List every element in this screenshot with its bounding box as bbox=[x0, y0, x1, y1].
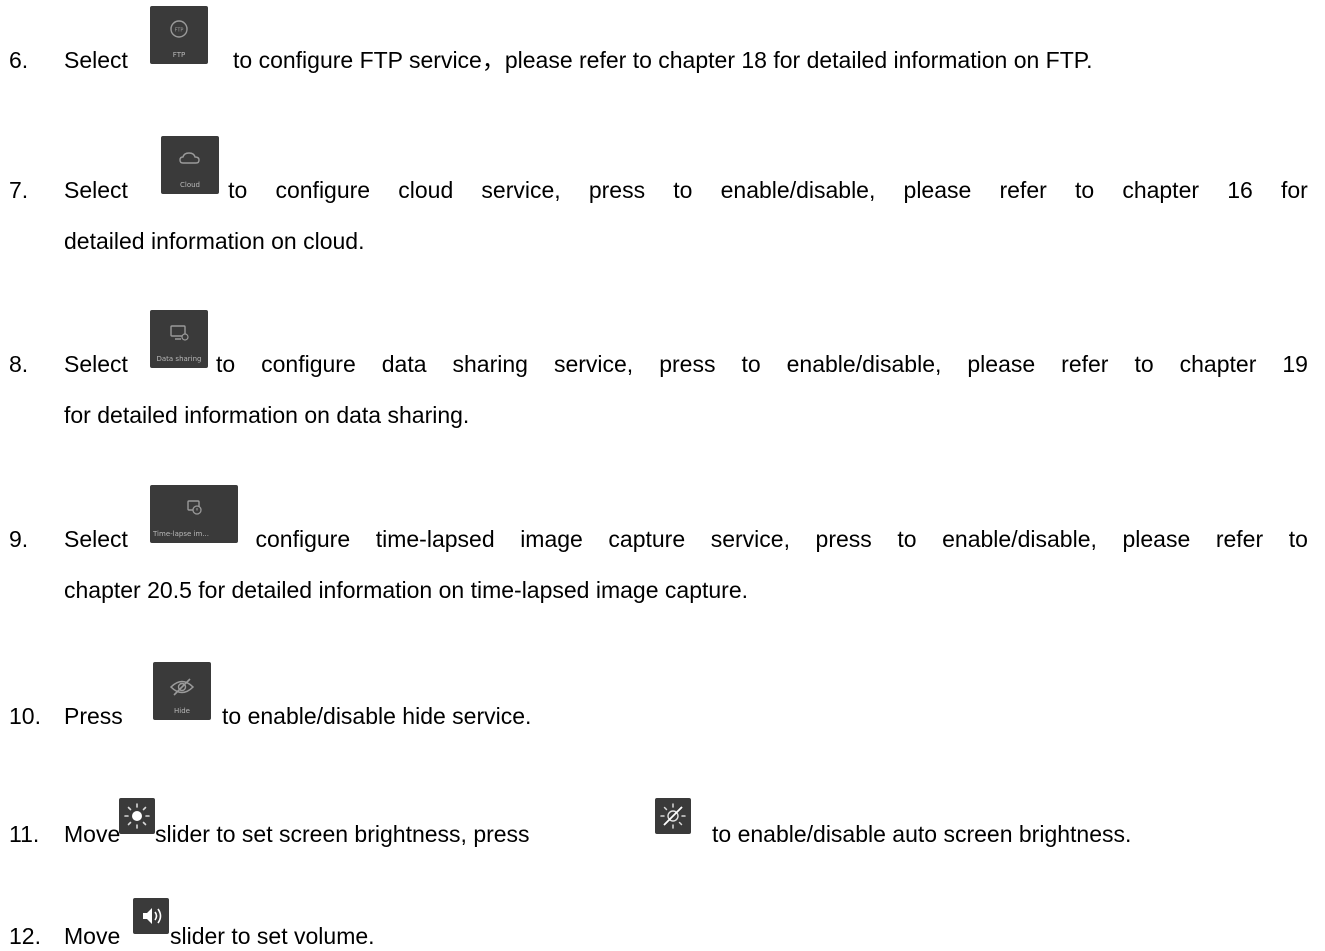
item-text: Move bbox=[64, 923, 121, 949]
item-number: 11. bbox=[9, 821, 40, 847]
item-text: Press bbox=[64, 703, 123, 729]
item-line-1: Select to configure data sharing service… bbox=[64, 351, 1308, 377]
auto-brightness-icon bbox=[655, 798, 691, 834]
svg-text:FTP: FTP bbox=[175, 28, 184, 34]
item-line-1: Select to configure cloud service, press… bbox=[64, 177, 1308, 203]
item-number: 10. bbox=[9, 703, 41, 729]
item-number: 12. bbox=[9, 923, 41, 949]
item-text: to enable/disable hide service. bbox=[222, 703, 532, 729]
item-text: to configure FTP service，please refer to… bbox=[233, 47, 1093, 73]
volume-icon bbox=[133, 898, 169, 934]
item-text: to enable/disable auto screen brightness… bbox=[712, 821, 1132, 847]
hide-icon: Hide bbox=[153, 662, 211, 720]
item-text: Select bbox=[64, 47, 128, 73]
ftp-icon: FTP FTP bbox=[150, 6, 208, 64]
item-number: 9. bbox=[9, 526, 29, 552]
item-number: 6. bbox=[9, 47, 29, 73]
item-text: for detailed information on data sharing… bbox=[64, 402, 470, 428]
item-number: 8. bbox=[9, 351, 29, 377]
item-line-1: Select configure time-lapsed image captu… bbox=[64, 526, 1308, 552]
item-number: 7. bbox=[9, 177, 29, 203]
item-text: slider to set screen brightness, press bbox=[155, 821, 530, 847]
item-text: chapter 20.5 for detailed information on… bbox=[64, 577, 749, 603]
item-text: detailed information on cloud. bbox=[64, 228, 365, 254]
item-text: Move bbox=[64, 821, 121, 847]
brightness-icon bbox=[119, 798, 155, 834]
item-text: slider to set volume. bbox=[170, 923, 375, 949]
